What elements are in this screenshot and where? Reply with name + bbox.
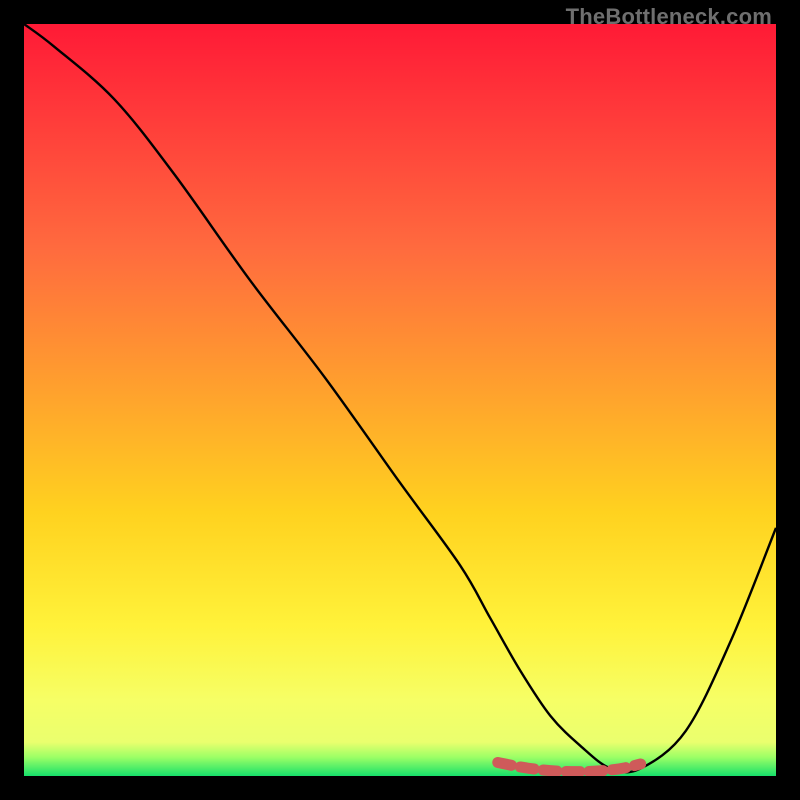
bottleneck-chart	[24, 24, 776, 776]
heat-gradient-background	[24, 24, 776, 776]
chart-frame	[24, 24, 776, 776]
